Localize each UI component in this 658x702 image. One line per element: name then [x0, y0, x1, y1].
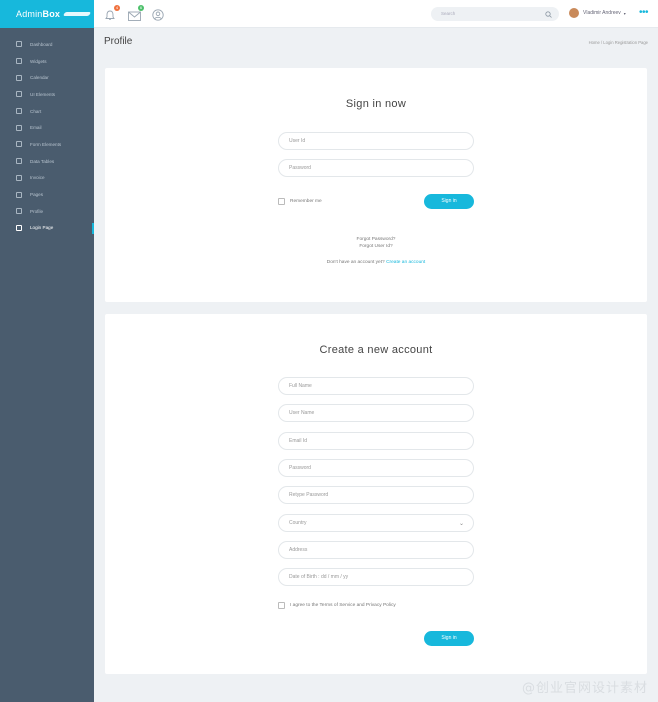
signin-title: Sign in now — [345, 98, 407, 110]
table-icon — [16, 158, 22, 165]
user-id-field[interactable]: User Id — [278, 132, 474, 150]
page-title: Profile — [104, 36, 133, 47]
sidebar-item-invoice[interactable]: Invoice — [0, 170, 94, 187]
signin-button[interactable]: Sign in — [424, 194, 474, 209]
email-icon — [16, 124, 22, 131]
form-icon — [16, 141, 22, 148]
create-account-line: Don't have an account yet? Create an acc… — [326, 260, 426, 265]
sidebar-item-login-page[interactable]: Login Page — [0, 220, 94, 237]
register-title: Create a new account — [319, 344, 433, 356]
sidebar-item-chart[interactable]: Chart — [0, 103, 94, 120]
invoice-icon — [16, 174, 22, 181]
sidebar-item-pages[interactable]: Pages — [0, 186, 94, 203]
password-field[interactable]: Password — [278, 159, 474, 177]
mail-badge: 6 — [138, 5, 144, 11]
notify-badge: 4 — [114, 5, 120, 11]
terms-checkbox[interactable]: I agree to the Terms of Service and Priv… — [278, 602, 396, 609]
brand-name-a: Admin — [16, 9, 43, 19]
sidebar: Admin Box Dashboard Widgets Calendar UI E… — [0, 0, 94, 702]
user-name: Vladimir Andreev — [583, 10, 621, 16]
full-name-field[interactable]: Full Name — [278, 377, 474, 395]
sidebar-item-dashboard[interactable]: Dashboard — [0, 36, 94, 53]
logo-wing-icon — [62, 12, 92, 16]
profile-icon — [16, 208, 22, 215]
brand-logo[interactable]: Admin Box — [0, 0, 94, 28]
checkbox-icon[interactable] — [278, 602, 285, 609]
retype-password-field[interactable]: Retype Password — [278, 486, 474, 504]
chart-icon — [16, 108, 22, 115]
search-icon[interactable] — [545, 10, 552, 18]
widgets-icon — [16, 58, 22, 65]
user-name-field[interactable]: User Name — [278, 404, 474, 422]
bell-icon[interactable]: 4 — [104, 5, 120, 20]
user-menu[interactable]: Vladimir Andreev ▾ — [569, 8, 626, 18]
user-circle-icon[interactable] — [152, 8, 164, 21]
signin-card: Sign in now User Id Password Remember me… — [105, 68, 647, 302]
lock-icon — [16, 224, 22, 231]
sidebar-item-calendar[interactable]: Calendar — [0, 69, 94, 86]
sidebar-item-widgets[interactable]: Widgets — [0, 53, 94, 70]
breadcrumb: Home / Login Registration Page — [588, 40, 648, 45]
sidebar-item-ui-elements[interactable]: UI Elements — [0, 86, 94, 103]
avatar — [569, 8, 579, 18]
register-card: Create a new account Full Name User Name… — [105, 314, 647, 674]
sidebar-item-email[interactable]: Email — [0, 119, 94, 136]
watermark: @创业官网设计素材 — [521, 681, 648, 696]
date-of-birth-field[interactable]: Date of Birth : dd / mm / yy — [278, 568, 474, 586]
sidebar-item-profile[interactable]: Profile — [0, 203, 94, 220]
password-field[interactable]: Password — [278, 459, 474, 477]
email-field[interactable]: Email Id — [278, 432, 474, 450]
more-options-icon[interactable]: ••• — [639, 8, 649, 18]
checkbox-icon[interactable] — [278, 198, 285, 205]
chevron-down-icon: ▾ — [623, 10, 626, 16]
brand-name-b: Box — [42, 9, 61, 19]
mail-icon[interactable]: 6 — [128, 5, 144, 21]
remember-me-checkbox[interactable]: Remember me — [278, 198, 322, 205]
search-input[interactable]: Search — [431, 7, 559, 21]
chevron-down-icon: ⌄ — [458, 521, 464, 527]
pages-icon — [16, 191, 22, 198]
address-field[interactable]: Address — [278, 541, 474, 559]
ui-elements-icon — [16, 91, 22, 98]
country-select[interactable]: Country ⌄ — [278, 514, 474, 532]
forgot-password-link[interactable]: Forgot Password? — [105, 237, 647, 242]
calendar-icon — [16, 74, 22, 81]
topbar: 4 6 Search Vladimir Andreev ▾ ••• — [94, 0, 658, 28]
sidebar-item-data-tables[interactable]: Data Tables — [0, 153, 94, 170]
forgot-user-link[interactable]: Forgot User Id? — [105, 244, 647, 249]
dashboard-icon — [16, 41, 22, 48]
register-button[interactable]: Sign in — [424, 631, 474, 646]
sidebar-item-form-elements[interactable]: Form Elements — [0, 136, 94, 153]
sidebar-nav: Dashboard Widgets Calendar UI Elements C… — [0, 28, 94, 236]
create-account-link[interactable]: Create an account — [386, 260, 425, 265]
